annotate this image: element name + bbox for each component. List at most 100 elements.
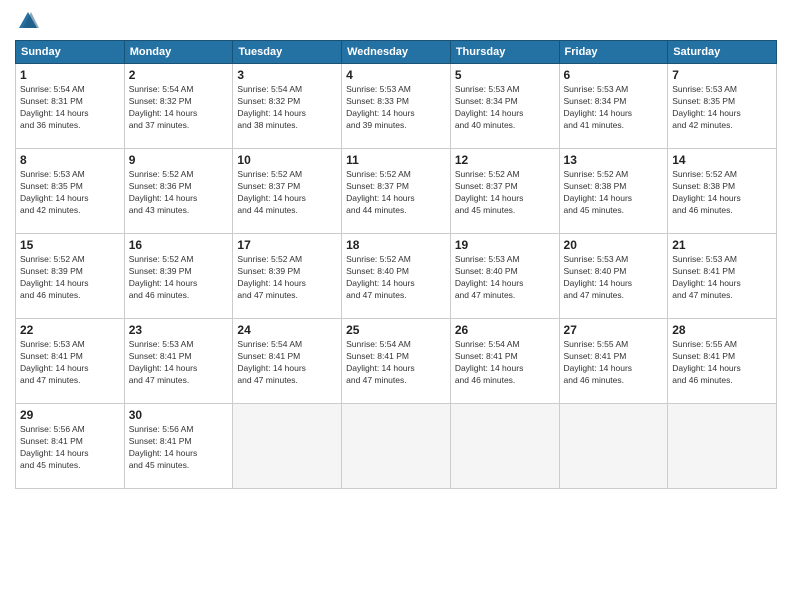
day-info: Sunrise: 5:53 AMSunset: 8:41 PMDaylight:… xyxy=(20,339,120,387)
calendar-cell: 24 Sunrise: 5:54 AMSunset: 8:41 PMDayligh… xyxy=(233,319,342,404)
day-number: 26 xyxy=(455,323,555,337)
day-number: 8 xyxy=(20,153,120,167)
day-number: 5 xyxy=(455,68,555,82)
calendar-cell: 28Sunrise: 5:55 AMSunset: 8:41 PMDayligh… xyxy=(668,319,777,404)
day-number: 17 xyxy=(237,238,337,252)
day-info: Sunrise: 5:54 AMSunset: 8:41 PMDaylight:… xyxy=(237,339,337,387)
day-number: 24 xyxy=(237,323,337,337)
calendar-cell: 25 Sunrise: 5:54 AMSunset: 8:41 PMDayligh… xyxy=(342,319,451,404)
calendar-cell: 14 Sunrise: 5:52 AMSunset: 8:38 PMDayligh… xyxy=(668,149,777,234)
calendar-cell: 22 Sunrise: 5:53 AMSunset: 8:41 PMDayligh… xyxy=(16,319,125,404)
calendar-cell: 5Sunrise: 5:53 AMSunset: 8:34 PMDaylight… xyxy=(450,64,559,149)
calendar-week-row: 15 Sunrise: 5:52 AMSunset: 8:39 PMDayligh… xyxy=(16,234,777,319)
day-number: 21 xyxy=(672,238,772,252)
calendar-cell: 30 Sunrise: 5:56 AMSunset: 8:41 PMDayligh… xyxy=(124,404,233,489)
day-info: Sunrise: 5:54 AMSunset: 8:31 PMDaylight:… xyxy=(20,84,120,132)
calendar-day-header: Sunday xyxy=(16,41,125,64)
day-number: 28 xyxy=(672,323,772,337)
calendar-cell xyxy=(668,404,777,489)
calendar-cell: 20 Sunrise: 5:53 AMSunset: 8:40 PMDayligh… xyxy=(559,234,668,319)
calendar-cell: 4 Sunrise: 5:53 AMSunset: 8:33 PMDaylight… xyxy=(342,64,451,149)
calendar-cell: 18Sunrise: 5:52 AMSunset: 8:40 PMDayligh… xyxy=(342,234,451,319)
calendar-cell xyxy=(342,404,451,489)
calendar-cell: 1 Sunrise: 5:54 AMSunset: 8:31 PMDaylight… xyxy=(16,64,125,149)
day-number: 23 xyxy=(129,323,229,337)
calendar-week-row: 1 Sunrise: 5:54 AMSunset: 8:31 PMDaylight… xyxy=(16,64,777,149)
day-number: 2 xyxy=(129,68,229,82)
logo-icon xyxy=(17,10,39,32)
day-info: Sunrise: 5:53 AMSunset: 8:35 PMDaylight:… xyxy=(20,169,120,217)
day-info: Sunrise: 5:52 AMSunset: 8:40 PMDaylight:… xyxy=(346,254,446,302)
calendar-cell: 19 Sunrise: 5:53 AMSunset: 8:40 PMDayligh… xyxy=(450,234,559,319)
calendar-cell xyxy=(559,404,668,489)
calendar-cell: 21 Sunrise: 5:53 AMSunset: 8:41 PMDayligh… xyxy=(668,234,777,319)
calendar-header-row: SundayMondayTuesdayWednesdayThursdayFrid… xyxy=(16,41,777,64)
day-number: 6 xyxy=(564,68,664,82)
calendar-cell: 8 Sunrise: 5:53 AMSunset: 8:35 PMDaylight… xyxy=(16,149,125,234)
day-info: Sunrise: 5:56 AMSunset: 8:41 PMDaylight:… xyxy=(129,424,229,472)
calendar-cell: 12 Sunrise: 5:52 AMSunset: 8:37 PMDayligh… xyxy=(450,149,559,234)
day-info: Sunrise: 5:52 AMSunset: 8:37 PMDaylight:… xyxy=(346,169,446,217)
day-info: Sunrise: 5:53 AMSunset: 8:40 PMDaylight:… xyxy=(455,254,555,302)
day-number: 30 xyxy=(129,408,229,422)
day-number: 19 xyxy=(455,238,555,252)
day-info: Sunrise: 5:55 AMSunset: 8:41 PMDaylight:… xyxy=(564,339,664,387)
day-info: Sunrise: 5:52 AMSunset: 8:37 PMDaylight:… xyxy=(455,169,555,217)
day-info: Sunrise: 5:56 AMSunset: 8:41 PMDaylight:… xyxy=(20,424,120,472)
day-info: Sunrise: 5:52 AMSunset: 8:37 PMDaylight:… xyxy=(237,169,337,217)
day-number: 22 xyxy=(20,323,120,337)
calendar-table: SundayMondayTuesdayWednesdayThursdayFrid… xyxy=(15,40,777,489)
calendar-week-row: 29 Sunrise: 5:56 AMSunset: 8:41 PMDayligh… xyxy=(16,404,777,489)
day-number: 7 xyxy=(672,68,772,82)
day-number: 20 xyxy=(564,238,664,252)
main-container: SundayMondayTuesdayWednesdayThursdayFrid… xyxy=(0,0,792,612)
day-number: 10 xyxy=(237,153,337,167)
calendar-day-header: Saturday xyxy=(668,41,777,64)
day-info: Sunrise: 5:53 AMSunset: 8:33 PMDaylight:… xyxy=(346,84,446,132)
calendar-day-header: Friday xyxy=(559,41,668,64)
day-number: 16 xyxy=(129,238,229,252)
day-info: Sunrise: 5:53 AMSunset: 8:41 PMDaylight:… xyxy=(129,339,229,387)
calendar-day-header: Tuesday xyxy=(233,41,342,64)
calendar-cell: 11 Sunrise: 5:52 AMSunset: 8:37 PMDayligh… xyxy=(342,149,451,234)
day-info: Sunrise: 5:52 AMSunset: 8:36 PMDaylight:… xyxy=(129,169,229,217)
header xyxy=(15,10,777,32)
calendar-cell: 26 Sunrise: 5:54 AMSunset: 8:41 PMDayligh… xyxy=(450,319,559,404)
day-info: Sunrise: 5:53 AMSunset: 8:40 PMDaylight:… xyxy=(564,254,664,302)
calendar-cell: 17Sunrise: 5:52 AMSunset: 8:39 PMDayligh… xyxy=(233,234,342,319)
calendar-week-row: 8 Sunrise: 5:53 AMSunset: 8:35 PMDaylight… xyxy=(16,149,777,234)
day-info: Sunrise: 5:52 AMSunset: 8:39 PMDaylight:… xyxy=(20,254,120,302)
logo xyxy=(15,10,39,32)
calendar-cell: 27Sunrise: 5:55 AMSunset: 8:41 PMDayligh… xyxy=(559,319,668,404)
day-number: 3 xyxy=(237,68,337,82)
day-info: Sunrise: 5:54 AMSunset: 8:41 PMDaylight:… xyxy=(346,339,446,387)
day-info: Sunrise: 5:53 AMSunset: 8:41 PMDaylight:… xyxy=(672,254,772,302)
day-info: Sunrise: 5:53 AMSunset: 8:35 PMDaylight:… xyxy=(672,84,772,132)
day-info: Sunrise: 5:54 AMSunset: 8:32 PMDaylight:… xyxy=(129,84,229,132)
day-number: 14 xyxy=(672,153,772,167)
day-number: 29 xyxy=(20,408,120,422)
calendar-week-row: 22 Sunrise: 5:53 AMSunset: 8:41 PMDayligh… xyxy=(16,319,777,404)
calendar-cell: 2 Sunrise: 5:54 AMSunset: 8:32 PMDaylight… xyxy=(124,64,233,149)
calendar-cell: 10 Sunrise: 5:52 AMSunset: 8:37 PMDayligh… xyxy=(233,149,342,234)
day-number: 12 xyxy=(455,153,555,167)
calendar-cell: 23 Sunrise: 5:53 AMSunset: 8:41 PMDayligh… xyxy=(124,319,233,404)
day-info: Sunrise: 5:53 AMSunset: 8:34 PMDaylight:… xyxy=(564,84,664,132)
day-number: 25 xyxy=(346,323,446,337)
day-number: 9 xyxy=(129,153,229,167)
day-number: 15 xyxy=(20,238,120,252)
day-number: 11 xyxy=(346,153,446,167)
day-info: Sunrise: 5:52 AMSunset: 8:39 PMDaylight:… xyxy=(129,254,229,302)
calendar-cell: 13Sunrise: 5:52 AMSunset: 8:38 PMDayligh… xyxy=(559,149,668,234)
calendar-cell xyxy=(450,404,559,489)
day-number: 1 xyxy=(20,68,120,82)
day-info: Sunrise: 5:54 AMSunset: 8:41 PMDaylight:… xyxy=(455,339,555,387)
calendar-day-header: Wednesday xyxy=(342,41,451,64)
day-info: Sunrise: 5:52 AMSunset: 8:38 PMDaylight:… xyxy=(672,169,772,217)
calendar-cell: 3Sunrise: 5:54 AMSunset: 8:32 PMDaylight… xyxy=(233,64,342,149)
day-number: 13 xyxy=(564,153,664,167)
calendar-cell: 15 Sunrise: 5:52 AMSunset: 8:39 PMDayligh… xyxy=(16,234,125,319)
calendar-cell xyxy=(233,404,342,489)
calendar-cell: 29 Sunrise: 5:56 AMSunset: 8:41 PMDayligh… xyxy=(16,404,125,489)
day-number: 4 xyxy=(346,68,446,82)
